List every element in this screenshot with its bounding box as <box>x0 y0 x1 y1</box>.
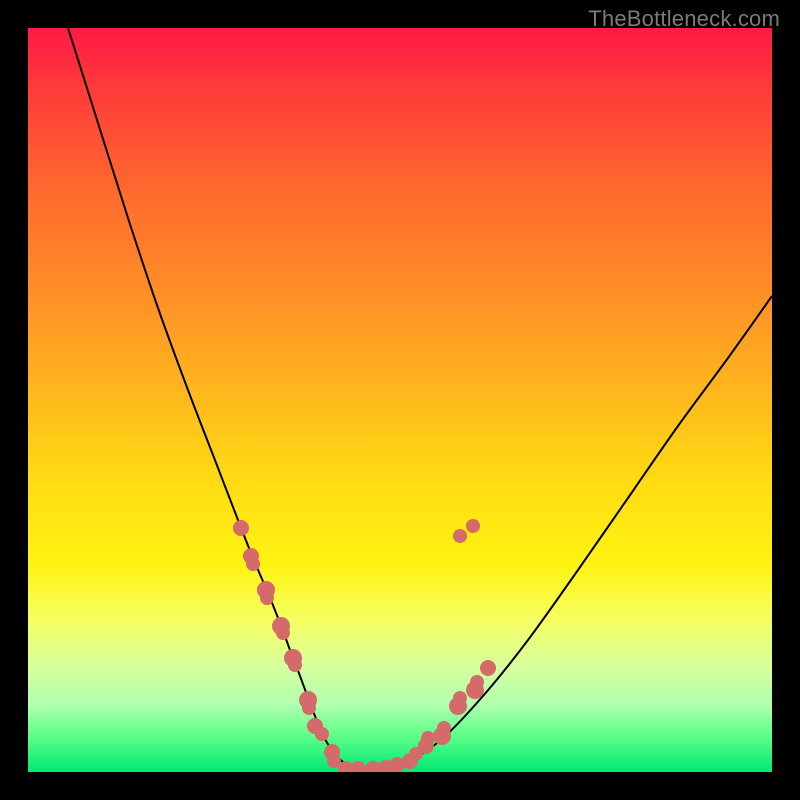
marker-dot <box>302 701 316 715</box>
marker-dot <box>350 761 366 772</box>
curve-markers <box>233 519 496 772</box>
marker-dot <box>276 626 290 640</box>
marker-dot <box>466 519 480 533</box>
main-curve-path <box>68 28 772 771</box>
marker-dot <box>260 591 274 605</box>
marker-dot <box>453 529 467 543</box>
marker-dot <box>437 721 451 735</box>
marker-dot <box>421 731 435 745</box>
chart-svg <box>28 28 772 772</box>
marker-dot <box>288 658 302 672</box>
marker-dot <box>233 520 249 536</box>
marker-dot <box>453 691 467 705</box>
marker-dot <box>470 675 484 689</box>
marker-dot <box>480 660 496 676</box>
marker-dot <box>315 727 329 741</box>
watermark-text: TheBottleneck.com <box>588 6 780 32</box>
chart-area <box>28 28 772 772</box>
marker-dot <box>246 557 260 571</box>
